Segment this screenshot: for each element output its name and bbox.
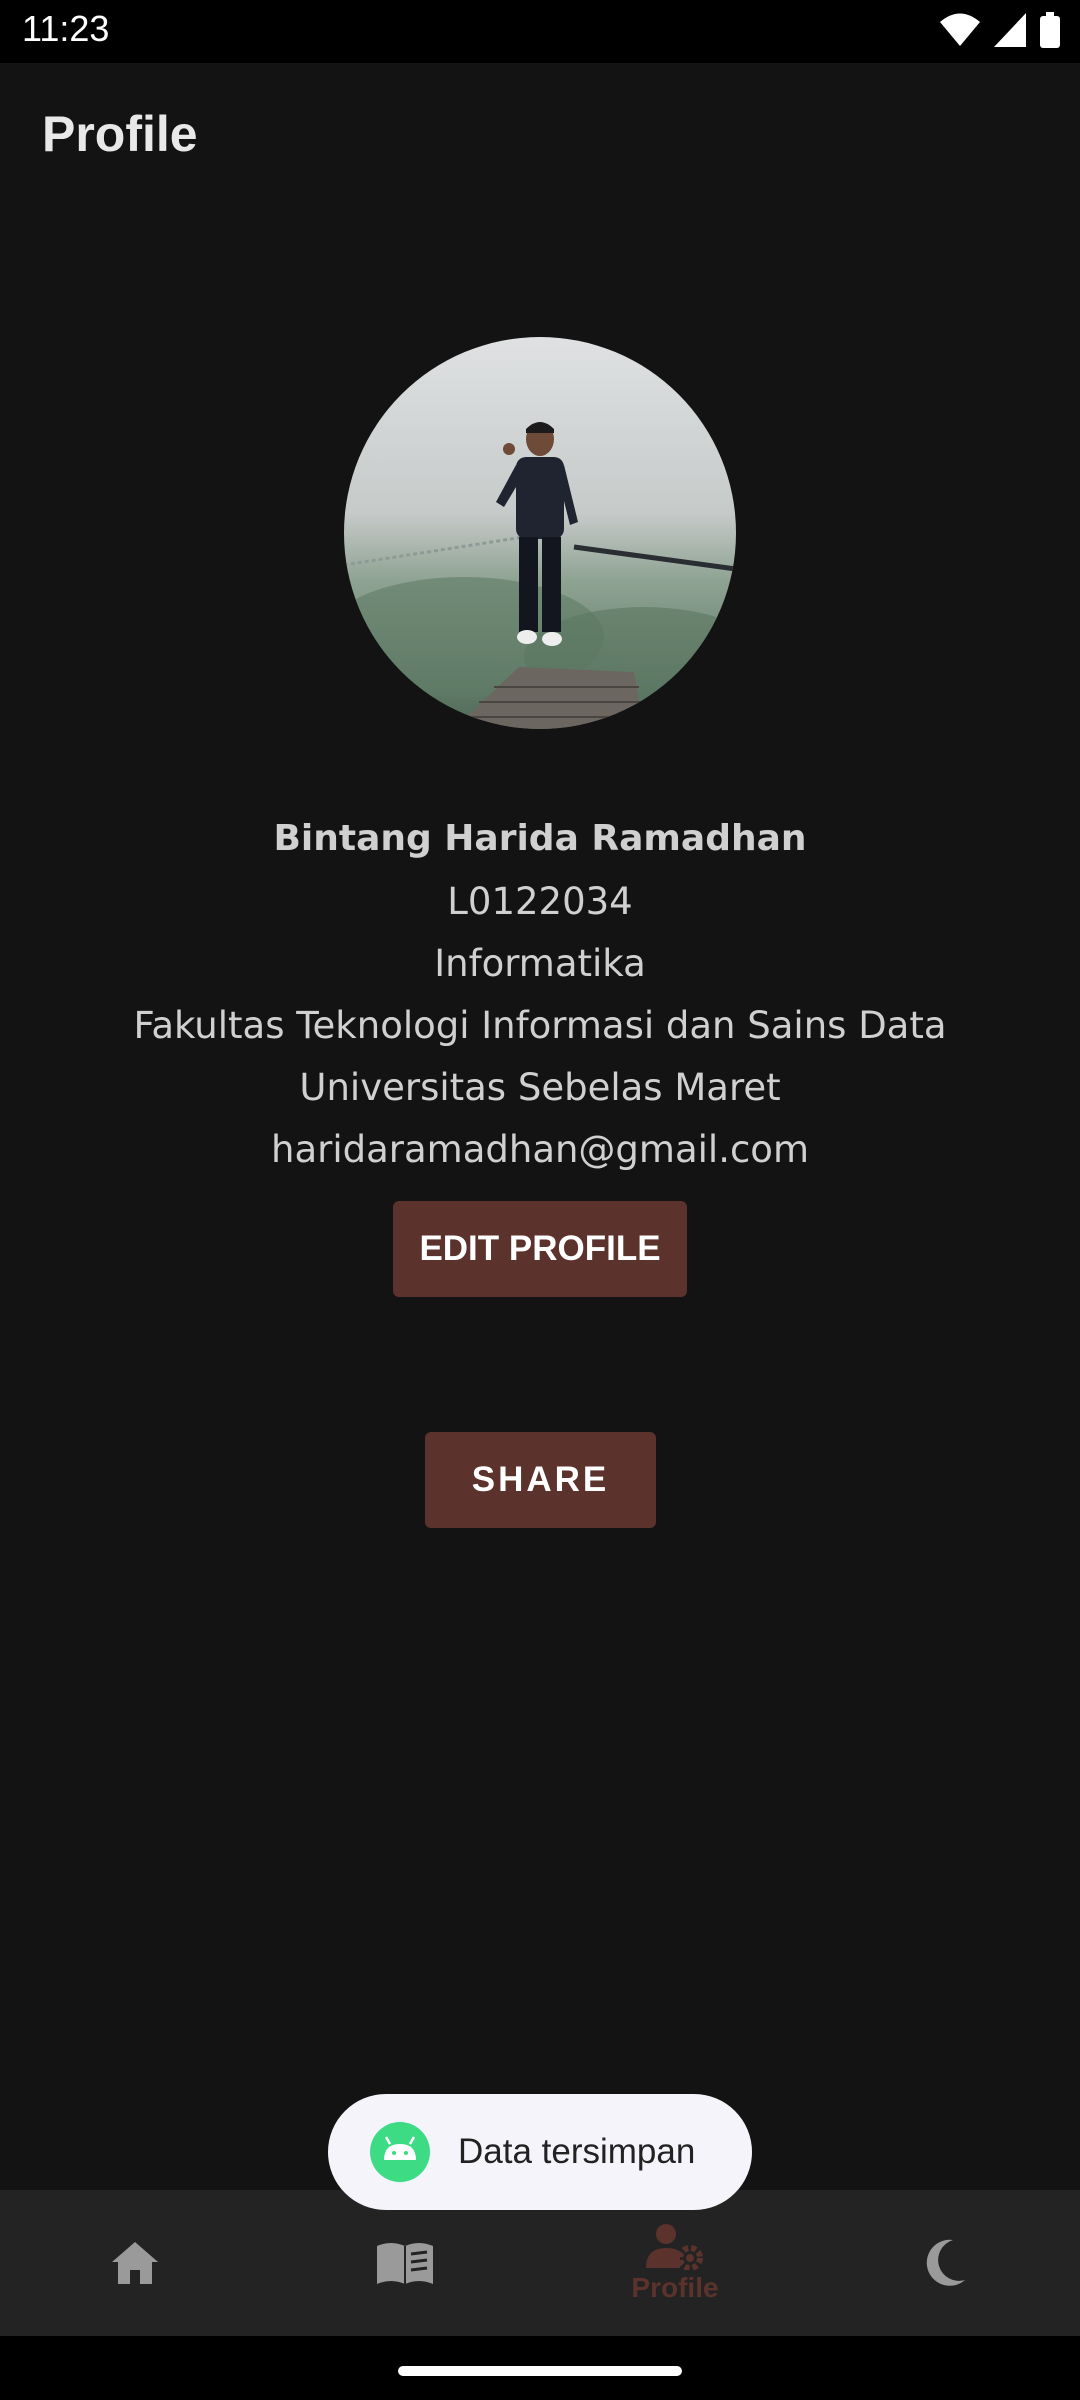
profile-nim: L0122034 — [447, 880, 633, 923]
share-button[interactable]: SHARE — [425, 1432, 656, 1528]
gesture-area — [0, 2336, 1080, 2400]
book-icon — [377, 2243, 433, 2284]
profile-university: Universitas Sebelas Maret — [299, 1066, 781, 1109]
android-icon — [370, 2122, 430, 2182]
toast: Data tersimpan — [328, 2094, 752, 2210]
moon-icon — [926, 2239, 965, 2286]
profile-faculty: Fakultas Teknologi Informasi dan Sains D… — [133, 1004, 947, 1047]
nav-item-book[interactable] — [270, 2190, 540, 2336]
signal-icon — [994, 13, 1026, 47]
status-time: 11:23 — [22, 8, 110, 49]
app-bar: Profile — [0, 63, 1080, 215]
gesture-handle[interactable] — [398, 2366, 682, 2376]
profile-name: Bintang Harida Ramadhan — [273, 818, 807, 859]
edit-profile-button[interactable]: EDIT PROFILE — [393, 1201, 687, 1297]
battery-icon — [1040, 12, 1060, 48]
profile-photo — [344, 337, 736, 729]
bottom-navigation: Profile — [0, 2190, 1080, 2336]
nav-item-profile[interactable]: Profile — [540, 2190, 810, 2336]
home-icon — [112, 2242, 158, 2284]
status-icons — [940, 12, 1060, 48]
page-title: Profile — [42, 106, 198, 162]
profile-email: haridaramadhan@gmail.com — [271, 1128, 809, 1171]
toast-message: Data tersimpan — [458, 2132, 696, 2171]
avatar — [344, 337, 736, 729]
profile-settings-icon — [646, 2224, 703, 2270]
profile-program: Informatika — [434, 942, 646, 985]
status-bar: 11:23 — [0, 0, 1080, 63]
wifi-icon — [940, 13, 980, 46]
nav-item-home[interactable] — [0, 2190, 270, 2336]
nav-label-profile: Profile — [631, 2272, 719, 2303]
nav-item-theme[interactable] — [810, 2190, 1080, 2336]
